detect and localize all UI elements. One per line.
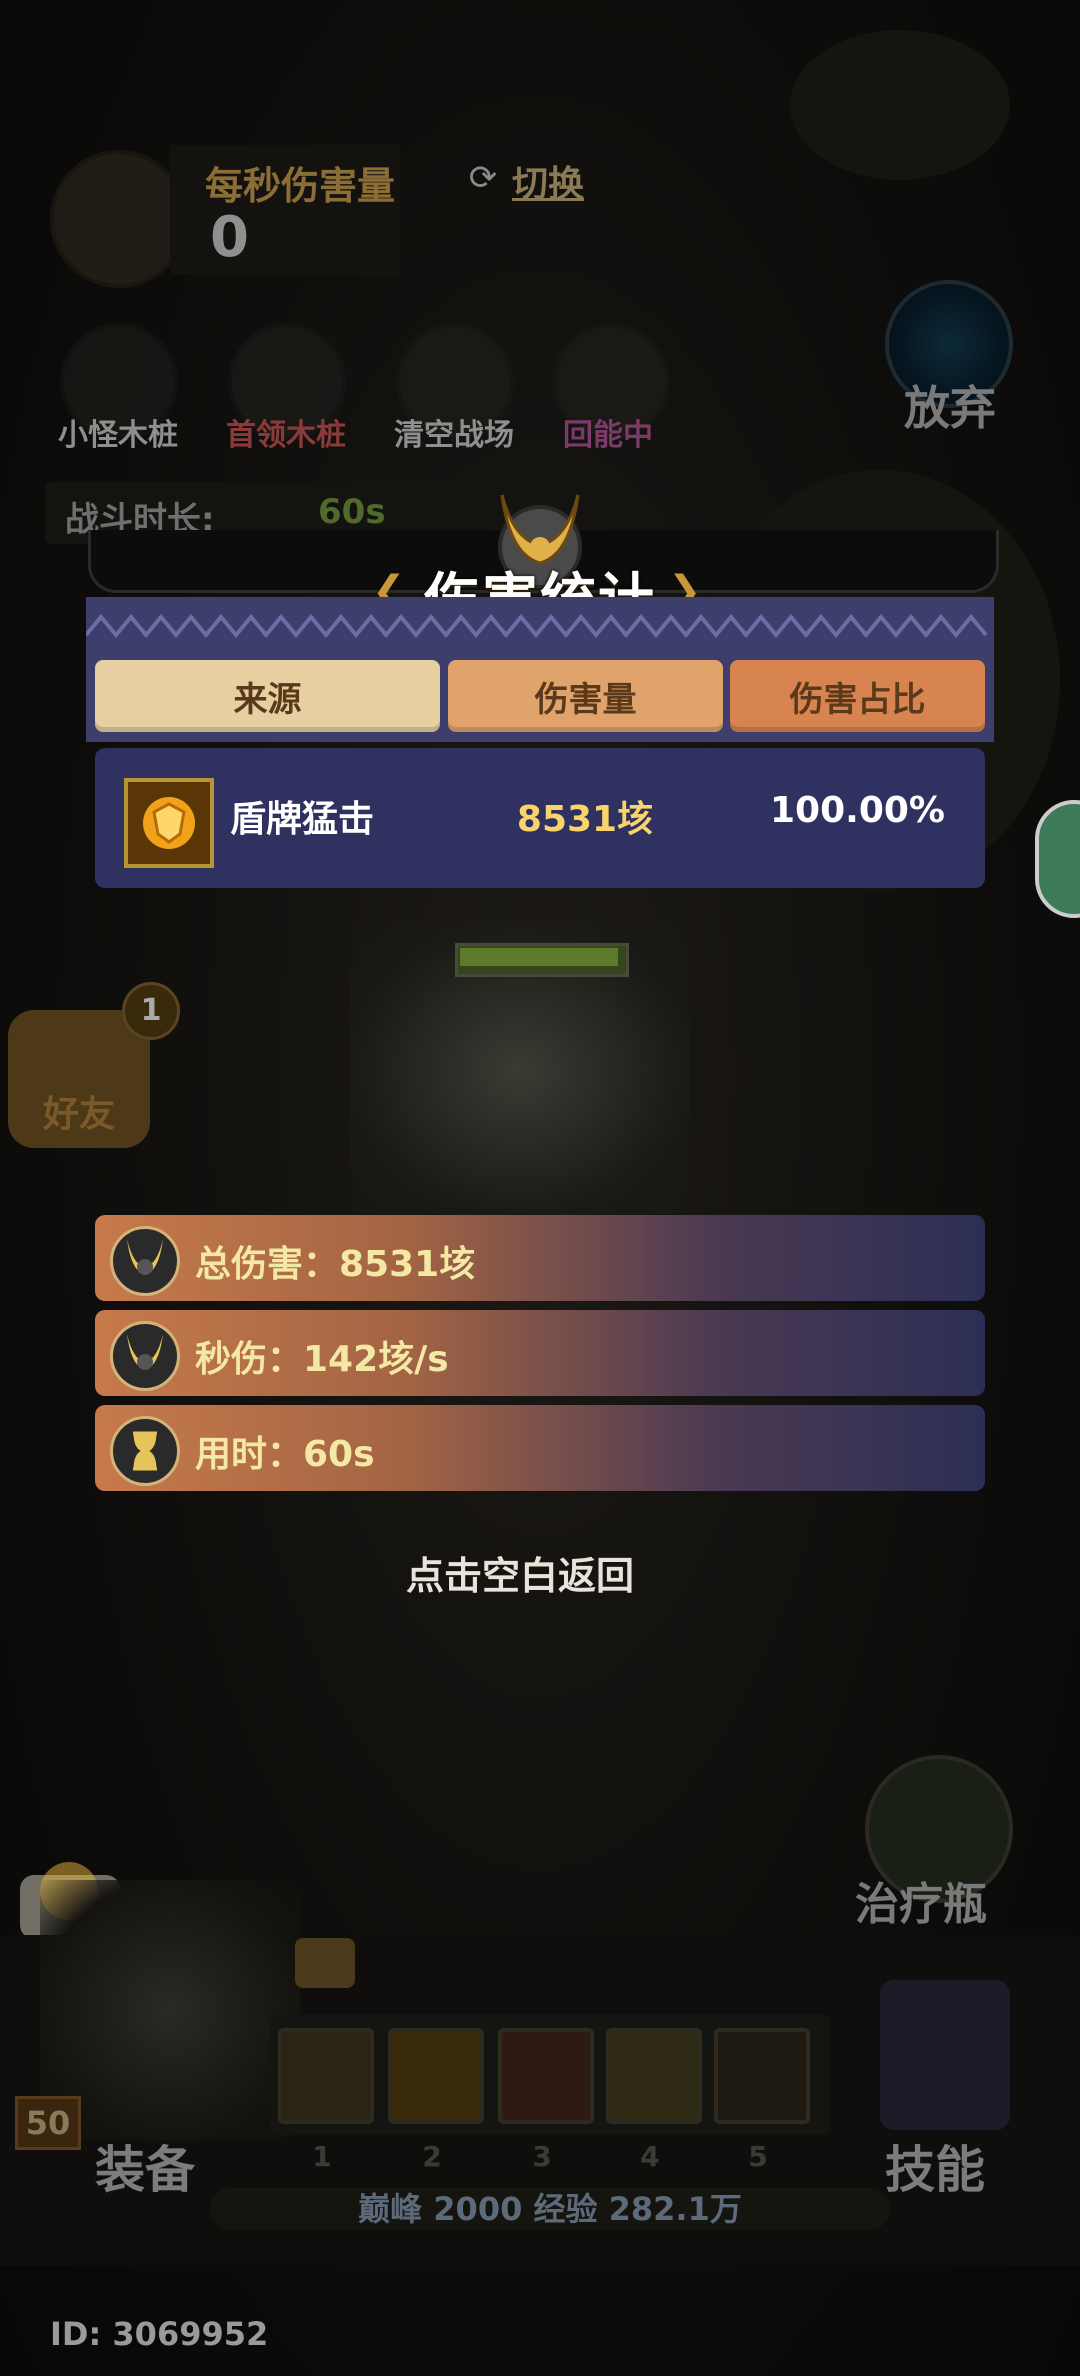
skill-slot[interactable] <box>606 2028 702 2124</box>
give-up-button[interactable]: 放弃 <box>885 372 1015 438</box>
skill-slot[interactable] <box>498 2028 594 2124</box>
friend-label: 好友 <box>42 1094 115 1135</box>
battle-duration-value: 60s <box>318 492 386 532</box>
chest-icon[interactable] <box>295 1938 355 1988</box>
total-damage-text: 总伤害：8531垓 <box>195 1244 476 1285</box>
dps-value: 0 <box>210 205 249 270</box>
tool-label: 清空战场 <box>394 418 514 453</box>
helmet-icon <box>110 1226 180 1296</box>
player-id: ID: 3069952 <box>50 2315 269 2353</box>
tool-label: 首领木桩 <box>226 418 346 453</box>
skill-slot[interactable] <box>388 2028 484 2124</box>
tool-label: 回能中 <box>563 418 653 453</box>
skills-button[interactable]: 技能 <box>885 2130 985 2202</box>
tap-to-return-hint[interactable]: 点击空白返回 <box>0 1545 1040 1600</box>
skill-slot[interactable] <box>714 2028 810 2124</box>
friend-notification-badge: 1 <box>122 982 180 1040</box>
background-decoration <box>790 30 1010 180</box>
tab-damage[interactable]: 伤害量 <box>448 660 723 732</box>
enemy-health-fill <box>460 948 618 966</box>
tab-damage-percent[interactable]: 伤害占比 <box>730 660 985 732</box>
chat-icon[interactable] <box>1035 800 1080 918</box>
player-avatar[interactable] <box>50 150 188 288</box>
skill-name: 盾牌猛击 <box>230 799 375 840</box>
potion-label[interactable]: 治疗瓶 <box>855 1868 987 1932</box>
switch-button[interactable]: 切换 <box>512 155 584 207</box>
tool-label: 小怪木桩 <box>58 418 178 453</box>
refresh-icon[interactable]: ⟳ <box>465 160 501 196</box>
slot-number: 1 <box>312 2140 332 2173</box>
slot-number: 3 <box>532 2140 552 2173</box>
xp-text: 巅峰 2000 经验 282.1万 <box>358 2190 742 2228</box>
dps-text: 秒伤：142垓/s <box>195 1339 449 1380</box>
skill-damage-percent: 100.00% <box>770 790 945 831</box>
level-badge: 50 <box>15 2096 81 2150</box>
skill-damage: 8531垓 <box>516 799 654 840</box>
tab-source[interactable]: 来源 <box>95 660 440 732</box>
zigzag-decoration <box>86 613 988 639</box>
time-used-text: 用时：60s <box>195 1434 375 1475</box>
hourglass-icon <box>110 1416 180 1486</box>
skill-slot[interactable] <box>278 2028 374 2124</box>
skill-book-icon[interactable] <box>880 1980 1010 2130</box>
slot-number: 4 <box>640 2140 660 2173</box>
slot-number: 5 <box>748 2140 768 2173</box>
equipment-button[interactable]: 装备 <box>95 2130 195 2202</box>
slot-number: 2 <box>422 2140 442 2173</box>
dps-label: 每秒伤害量 <box>205 164 396 208</box>
shield-bash-icon <box>124 778 214 868</box>
helmet-icon <box>110 1321 180 1391</box>
